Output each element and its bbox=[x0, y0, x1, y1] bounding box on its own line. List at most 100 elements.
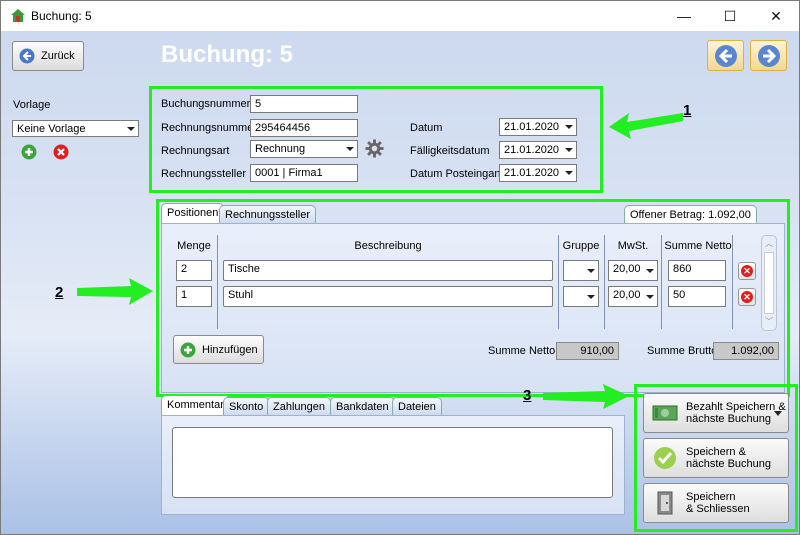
annotation-number-2: 2 bbox=[55, 284, 64, 301]
arrow-left-icon bbox=[19, 48, 35, 64]
prev-booking-button[interactable] bbox=[707, 40, 744, 71]
tab-rechnungssteller[interactable]: Rechnungssteller bbox=[219, 205, 316, 223]
row2-beschreibung[interactable]: Stuhl bbox=[223, 286, 553, 307]
row1-mwst-value: 20,00 bbox=[613, 263, 641, 275]
buchungsnummer-label: Buchungsnummer bbox=[161, 98, 251, 110]
faelligkeit-value: 21.01.2020 bbox=[504, 144, 560, 156]
datum-picker[interactable]: 21.01.2020 bbox=[499, 118, 577, 136]
speichern-close-line2: & Schliessen bbox=[686, 503, 750, 515]
offener-betrag-label: Offener Betrag: 1.092,00 bbox=[630, 209, 751, 221]
row2-gruppe[interactable] bbox=[563, 286, 599, 307]
datum-label: Datum bbox=[410, 122, 443, 134]
add-vorlage-icon[interactable] bbox=[21, 144, 37, 160]
annotation-number-1: 1 bbox=[683, 102, 692, 119]
back-button[interactable]: Zurück bbox=[12, 41, 84, 71]
door-icon bbox=[657, 491, 673, 515]
delete-icon: ✕ bbox=[741, 265, 753, 277]
col-divider bbox=[217, 235, 218, 329]
row1-mwst[interactable]: 20,00 bbox=[608, 260, 658, 281]
row1-menge[interactable]: 2 bbox=[176, 260, 212, 281]
tab-dateien[interactable]: Dateien bbox=[392, 397, 442, 415]
col-menge: Menge bbox=[177, 240, 211, 252]
col-mwst: MwSt. bbox=[617, 240, 649, 252]
datum-value: 21.01.2020 bbox=[504, 121, 560, 133]
posteingang-picker[interactable]: 21.01.2020 bbox=[499, 164, 577, 182]
arrow-left-icon bbox=[714, 44, 737, 67]
tab-bankdaten[interactable]: Bankdaten bbox=[330, 397, 395, 415]
speichern-naechste-button[interactable]: Speichern & nächste Buchung bbox=[643, 438, 789, 478]
row2-netto[interactable]: 50 bbox=[668, 286, 726, 307]
rechnungsart-value: Rechnung bbox=[255, 143, 306, 155]
add-position-button[interactable]: Hinzufügen bbox=[173, 335, 264, 364]
summe-netto-value: 910,00 bbox=[556, 342, 619, 360]
maximize-button[interactable]: ☐ bbox=[707, 1, 753, 31]
row1-beschreibung[interactable]: Tische bbox=[223, 260, 553, 281]
bezahlt-line1: Bezahlt Speichern & bbox=[686, 401, 786, 413]
row1-delete-button[interactable]: ✕ bbox=[738, 262, 756, 280]
vorlage-select[interactable]: Keine Vorlage bbox=[12, 120, 139, 137]
bezahlt-speichern-button[interactable]: Bezahlt Speichern & nächste Buchung bbox=[643, 393, 789, 433]
summe-brutto-label: Summe Brutto bbox=[647, 345, 718, 357]
faelligkeit-picker[interactable]: 21.01.2020 bbox=[499, 141, 577, 159]
minimize-button[interactable]: — bbox=[661, 1, 707, 31]
row2-mwst[interactable]: 20,00 bbox=[608, 286, 658, 307]
rechnungsart-label: Rechnungsart bbox=[161, 145, 230, 157]
tab-zahlungen-label: Zahlungen bbox=[273, 401, 325, 413]
offener-betrag: Offener Betrag: 1.092,00 bbox=[624, 205, 757, 223]
row2-mwst-value: 20,00 bbox=[613, 289, 641, 301]
speichern-next-line2: nächste Buchung bbox=[686, 458, 772, 470]
vorlage-label: Vorlage bbox=[13, 99, 51, 111]
speichern-schliessen-button[interactable]: Speichern & Schliessen bbox=[643, 483, 789, 523]
checkmark-icon bbox=[654, 447, 676, 469]
plus-icon bbox=[180, 342, 196, 357]
rechnungsart-select[interactable]: Rechnung bbox=[250, 140, 358, 158]
annotation-arrow-3 bbox=[543, 384, 629, 409]
rechnungsnummer-label: Rechnungsnummer bbox=[161, 122, 257, 134]
next-booking-button[interactable] bbox=[750, 40, 787, 71]
add-position-label: Hinzufügen bbox=[202, 343, 258, 356]
app-window: Buchung: 5 — ☐ ✕ Zurück Buchung: 5 Vorla… bbox=[0, 0, 800, 535]
rechnungssteller-field[interactable]: 0001 | Firma1 bbox=[250, 164, 358, 182]
col-gruppe: Gruppe bbox=[562, 240, 600, 252]
window-title: Buchung: 5 bbox=[31, 9, 92, 23]
chevron-down-icon[interactable] bbox=[774, 411, 782, 416]
money-icon bbox=[652, 405, 678, 421]
tab-positionen-label: Positionen bbox=[167, 207, 219, 219]
buchungsnummer-field[interactable]: 5 bbox=[250, 95, 358, 113]
arrow-right-icon bbox=[757, 44, 780, 67]
main-client: Zurück Buchung: 5 Vorlage Keine Vorlage … bbox=[1, 31, 799, 534]
annotation-number-3: 3 bbox=[523, 387, 532, 404]
tab-skonto[interactable]: Skonto bbox=[223, 397, 270, 415]
back-label: Zurück bbox=[41, 50, 75, 62]
tab-dateien-label: Dateien bbox=[398, 401, 436, 413]
row1-gruppe[interactable] bbox=[563, 260, 599, 281]
scroll-down-icon[interactable]: ﹀ bbox=[765, 316, 773, 327]
row2-delete-button[interactable]: ✕ bbox=[738, 288, 756, 306]
positions-scrollbar[interactable]: ︿ ﹀ bbox=[761, 235, 777, 331]
summe-brutto-value: 1.092,00 bbox=[713, 342, 779, 360]
bezahlt-line2: nächste Buchung bbox=[686, 413, 772, 425]
delete-vorlage-icon[interactable] bbox=[53, 144, 69, 160]
kommentar-textarea[interactable] bbox=[172, 427, 613, 498]
col-divider bbox=[558, 235, 559, 329]
tab-zahlungen[interactable]: Zahlungen bbox=[267, 397, 331, 415]
col-beschreibung: Beschreibung bbox=[354, 240, 422, 252]
close-window-button[interactable]: ✕ bbox=[753, 1, 799, 31]
scroll-thumb[interactable] bbox=[764, 252, 774, 314]
tab-bankdaten-label: Bankdaten bbox=[336, 401, 389, 413]
row1-netto[interactable]: 860 bbox=[668, 260, 726, 281]
rechnungssteller-label: Rechnungssteller bbox=[161, 168, 246, 180]
faelligkeit-label: Fälligkeitsdatum bbox=[410, 145, 490, 157]
scroll-up-icon[interactable]: ︿ bbox=[765, 238, 773, 249]
speichern-next-line1: Speichern & bbox=[686, 446, 746, 458]
annotation-arrow-2 bbox=[77, 278, 153, 305]
rechnungsnummer-field[interactable]: 295464456 bbox=[250, 119, 358, 137]
gear-icon[interactable] bbox=[365, 139, 384, 158]
tab-kommentar-label: Kommentar bbox=[167, 399, 224, 411]
tab-kommentar[interactable]: Kommentar bbox=[161, 395, 230, 415]
tab-positionen[interactable]: Positionen bbox=[161, 203, 225, 223]
col-summe-netto: Summe Netto bbox=[664, 240, 732, 252]
row2-menge[interactable]: 1 bbox=[176, 286, 212, 307]
speichern-close-line1: Speichern bbox=[686, 491, 736, 503]
col-divider bbox=[604, 235, 605, 329]
